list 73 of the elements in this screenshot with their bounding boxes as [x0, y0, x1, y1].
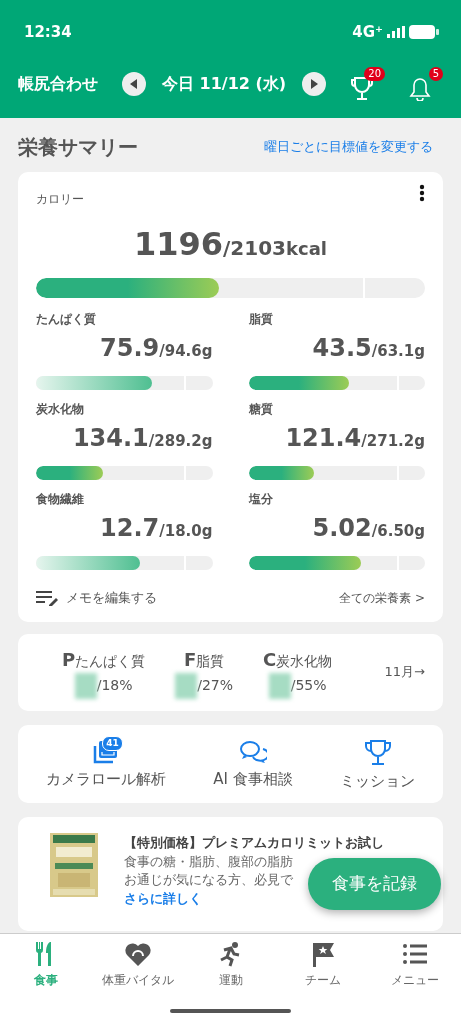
trophy-button[interactable]: 20 — [351, 67, 385, 101]
tab-button[interactable]: 運動 — [184, 934, 277, 1024]
nutrient-target: /6.50g — [371, 522, 425, 542]
calorie-target: /2103 — [223, 236, 287, 262]
calorie-value: 1196 — [134, 224, 224, 265]
nutrient-label: 炭水化物 — [36, 401, 85, 418]
nutrient-value: 134.1 — [72, 423, 149, 454]
macro-target: /27% — [197, 676, 234, 695]
status-time: 12:34 — [24, 21, 72, 43]
change-targets-link[interactable]: 曜日ごとに目標値を変更する — [264, 137, 433, 157]
bell-icon — [409, 77, 431, 101]
edit-note-icon — [36, 589, 58, 606]
trophy-icon — [351, 77, 373, 101]
left-triangle-icon — [130, 79, 138, 89]
edit-memo-link[interactable]: メモを編集する — [36, 588, 157, 608]
calorie-label: カロリー — [36, 191, 84, 208]
shortcut-button[interactable]: 41 カメラロール解析 — [22, 738, 190, 793]
heart-icon — [125, 942, 152, 968]
notification-badge: 5 — [428, 67, 443, 81]
nutrient-label: たんぱく質 — [36, 311, 97, 328]
nutrient-label: 脂質 — [248, 311, 274, 328]
nutrient-value: 121.4 — [285, 423, 362, 454]
all-nutrients-link[interactable]: 全ての栄養素 > — [339, 588, 425, 607]
count-badge: 41 — [102, 735, 123, 751]
macro-label: 脂質 — [196, 651, 225, 671]
macro-letter: C — [263, 647, 277, 672]
next-day-button[interactable] — [302, 72, 327, 96]
nutrient-label: 塩分 — [248, 491, 274, 508]
nutrient-value: 75.9 — [100, 333, 160, 364]
blurred-value — [74, 672, 97, 699]
more-vertical-icon — [419, 184, 425, 202]
notifications-button[interactable]: 5 — [409, 67, 443, 101]
shortcut-button[interactable]: ミッション — [316, 738, 439, 793]
macro-target: /55% — [290, 676, 327, 695]
section-title: 栄養サマリー — [18, 134, 138, 161]
more-options-button[interactable] — [419, 184, 425, 202]
nutrient-target: /271.2g — [361, 432, 425, 452]
ad-title: 【特別価格】プレミアムカロリミットお試し — [124, 834, 384, 852]
tab-button[interactable]: チーム — [276, 934, 369, 1024]
nutrient-value: 43.5 — [312, 333, 372, 364]
nutrient-target: /63.1g — [371, 342, 425, 362]
previous-day-button[interactable] — [122, 72, 146, 96]
trophy-icon — [363, 739, 392, 766]
ad-text: 食事の糖・脂肪、腹部の脂肪 — [124, 852, 293, 871]
nutrient-value: 5.02 — [312, 513, 372, 544]
nutrient-target: /289.2g — [148, 432, 213, 452]
tab-button[interactable]: 体重バイタル — [92, 934, 185, 1024]
nutrient-target: /94.6g — [159, 342, 213, 362]
battery-icon — [409, 25, 439, 39]
network-label: 4G⁺ — [352, 21, 383, 43]
more-details-link[interactable]: さらに詳しく — [124, 890, 202, 909]
macro-label: たんぱく質 — [75, 651, 146, 671]
macro-target: /18% — [96, 676, 133, 695]
tab-button[interactable]: メニュー — [368, 934, 461, 1024]
shortcut-button[interactable]: AI 食事相談 — [189, 738, 317, 793]
nutrient-label: 糖質 — [248, 401, 274, 418]
blurred-value — [268, 672, 291, 699]
nutrient-target: /18.0g — [159, 522, 213, 542]
nutrient-label: 食物繊維 — [36, 491, 85, 508]
ad-text: お通じが気になる方、必見で — [124, 871, 293, 890]
signal-icon — [387, 26, 405, 38]
chat-bubbles-icon — [239, 739, 267, 764]
macro-letter: P — [62, 647, 76, 672]
date-label: 今日 11/12 (水) — [162, 73, 287, 95]
month-link[interactable]: 11月→ — [384, 662, 425, 682]
nutrient-value: 12.7 — [100, 513, 160, 544]
page-title: 帳尻合わせ — [18, 73, 98, 95]
right-triangle-icon — [310, 79, 319, 89]
calorie-unit: kcal — [286, 237, 327, 261]
notification-badge: 20 — [364, 67, 385, 81]
blurred-value — [175, 672, 198, 699]
macro-letter: F — [183, 647, 197, 672]
macro-label: 炭水化物 — [276, 651, 333, 671]
